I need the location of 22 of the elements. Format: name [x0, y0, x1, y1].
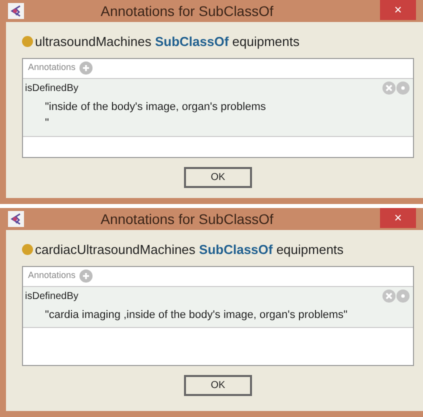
- delete-icon[interactable]: [382, 288, 396, 302]
- annotation-value: "inside of the body's image, organ's problems ": [44, 100, 267, 131]
- property-name: isDefinedBy: [25, 82, 80, 96]
- delete-icon[interactable]: [382, 80, 396, 94]
- window-title: Annotations for SubClassOf: [100, 210, 274, 228]
- annotations-label: Annotations: [28, 269, 76, 282]
- edit-icon[interactable]: [396, 288, 410, 302]
- class-dot-icon: [22, 244, 33, 256]
- annotation-value: "cardia imaging ,inside of the body's image, organ's problems": [44, 308, 348, 322]
- edit-icon[interactable]: [396, 80, 410, 94]
- axiom-text: ultrasoundMachines SubClassOf equipments: [35, 33, 300, 51]
- ok-button[interactable]: OK: [184, 374, 252, 396]
- add-icon[interactable]: [78, 269, 93, 283]
- class-dot-icon: [22, 36, 33, 48]
- window-title: Annotations for SubClassOf: [100, 2, 274, 20]
- add-icon[interactable]: [78, 61, 93, 75]
- property-name: isDefinedBy: [25, 290, 80, 304]
- close-button[interactable]: ×: [380, 0, 416, 20]
- axiom-text: cardiacUltrasoundMachines SubClassOf equipments: [35, 241, 344, 259]
- annotations-label: Annotations: [28, 61, 76, 74]
- close-button[interactable]: ×: [380, 208, 416, 228]
- ok-button[interactable]: OK: [184, 166, 252, 188]
